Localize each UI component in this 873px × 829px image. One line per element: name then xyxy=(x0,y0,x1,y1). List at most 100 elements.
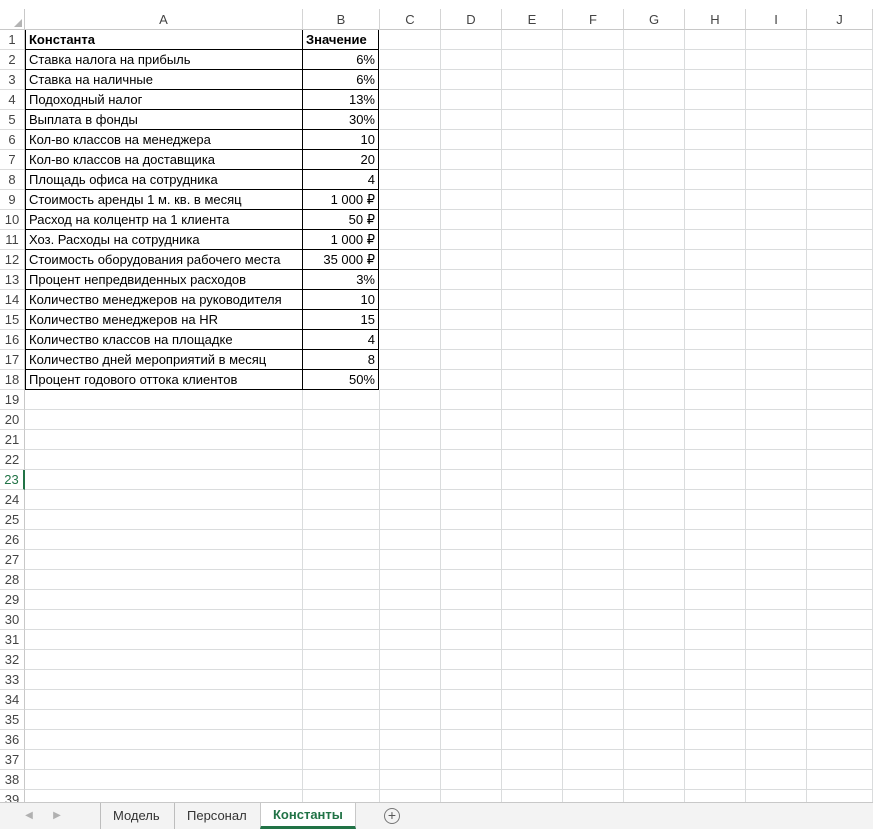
cell-d24[interactable] xyxy=(441,490,502,510)
cell-j27[interactable] xyxy=(807,550,873,570)
cell-g37[interactable] xyxy=(624,750,685,770)
cell-f17[interactable] xyxy=(563,350,624,370)
cell-h18[interactable] xyxy=(685,370,746,390)
cell-i22[interactable] xyxy=(746,450,807,470)
cell-c1[interactable] xyxy=(380,30,441,50)
cell-e9[interactable] xyxy=(502,190,563,210)
cell-a25[interactable] xyxy=(25,510,303,530)
cell-e12[interactable] xyxy=(502,250,563,270)
cell-b36[interactable] xyxy=(303,730,380,750)
cell-f12[interactable] xyxy=(563,250,624,270)
cell-h17[interactable] xyxy=(685,350,746,370)
cell-a12[interactable]: Стоимость оборудования рабочего места xyxy=(25,249,303,270)
cell-e8[interactable] xyxy=(502,170,563,190)
cell-b18[interactable]: 50% xyxy=(302,369,379,390)
cell-a22[interactable] xyxy=(25,450,303,470)
cell-j10[interactable] xyxy=(807,210,873,230)
cell-h13[interactable] xyxy=(685,270,746,290)
cell-b33[interactable] xyxy=(303,670,380,690)
cell-h26[interactable] xyxy=(685,530,746,550)
cell-c12[interactable] xyxy=(380,250,441,270)
cell-g22[interactable] xyxy=(624,450,685,470)
cell-j23[interactable] xyxy=(807,470,873,490)
cell-f30[interactable] xyxy=(563,610,624,630)
cell-f14[interactable] xyxy=(563,290,624,310)
cell-f39[interactable] xyxy=(563,790,624,802)
cell-g38[interactable] xyxy=(624,770,685,790)
cell-i23[interactable] xyxy=(746,470,807,490)
cell-e39[interactable] xyxy=(502,790,563,802)
cell-f18[interactable] xyxy=(563,370,624,390)
cell-f33[interactable] xyxy=(563,670,624,690)
cell-f25[interactable] xyxy=(563,510,624,530)
cell-b39[interactable] xyxy=(303,790,380,802)
cell-e24[interactable] xyxy=(502,490,563,510)
cell-c39[interactable] xyxy=(380,790,441,802)
cell-i15[interactable] xyxy=(746,310,807,330)
cell-b20[interactable] xyxy=(303,410,380,430)
cell-g12[interactable] xyxy=(624,250,685,270)
cell-g2[interactable] xyxy=(624,50,685,70)
cell-i9[interactable] xyxy=(746,190,807,210)
cell-j7[interactable] xyxy=(807,150,873,170)
cell-h14[interactable] xyxy=(685,290,746,310)
cell-i29[interactable] xyxy=(746,590,807,610)
row-header[interactable]: 32 xyxy=(0,650,25,670)
cell-e15[interactable] xyxy=(502,310,563,330)
cell-h35[interactable] xyxy=(685,710,746,730)
cell-g20[interactable] xyxy=(624,410,685,430)
cell-i4[interactable] xyxy=(746,90,807,110)
cell-i20[interactable] xyxy=(746,410,807,430)
row-header[interactable]: 25 xyxy=(0,510,25,530)
row-header[interactable]: 37 xyxy=(0,750,25,770)
cell-b23[interactable] xyxy=(303,470,380,490)
cell-c22[interactable] xyxy=(380,450,441,470)
cell-b27[interactable] xyxy=(303,550,380,570)
cell-j15[interactable] xyxy=(807,310,873,330)
cell-c23[interactable] xyxy=(380,470,441,490)
row-header[interactable]: 4 xyxy=(0,90,25,110)
cell-c2[interactable] xyxy=(380,50,441,70)
cell-c31[interactable] xyxy=(380,630,441,650)
cell-j38[interactable] xyxy=(807,770,873,790)
cell-h6[interactable] xyxy=(685,130,746,150)
cell-j14[interactable] xyxy=(807,290,873,310)
cell-e23[interactable] xyxy=(502,470,563,490)
cell-d5[interactable] xyxy=(441,110,502,130)
cell-e28[interactable] xyxy=(502,570,563,590)
cell-b14[interactable]: 10 xyxy=(302,289,379,310)
cell-d21[interactable] xyxy=(441,430,502,450)
cell-a34[interactable] xyxy=(25,690,303,710)
cell-h24[interactable] xyxy=(685,490,746,510)
row-header[interactable]: 16 xyxy=(0,330,25,350)
row-header[interactable]: 31 xyxy=(0,630,25,650)
cell-a15[interactable]: Количество менеджеров на HR xyxy=(25,309,303,330)
cell-h9[interactable] xyxy=(685,190,746,210)
row-header[interactable]: 39 xyxy=(0,790,25,802)
cell-e13[interactable] xyxy=(502,270,563,290)
cell-b6[interactable]: 10 xyxy=(302,129,379,150)
cell-a6[interactable]: Кол-во классов на менеджера xyxy=(25,129,303,150)
cell-e19[interactable] xyxy=(502,390,563,410)
cell-a24[interactable] xyxy=(25,490,303,510)
cell-h1[interactable] xyxy=(685,30,746,50)
cell-a8[interactable]: Площадь офиса на сотрудника xyxy=(25,169,303,190)
cell-i8[interactable] xyxy=(746,170,807,190)
cell-c24[interactable] xyxy=(380,490,441,510)
cell-j35[interactable] xyxy=(807,710,873,730)
cell-c8[interactable] xyxy=(380,170,441,190)
cell-c6[interactable] xyxy=(380,130,441,150)
cell-c38[interactable] xyxy=(380,770,441,790)
row-header[interactable]: 9 xyxy=(0,190,25,210)
cell-b32[interactable] xyxy=(303,650,380,670)
cell-h32[interactable] xyxy=(685,650,746,670)
cell-f31[interactable] xyxy=(563,630,624,650)
cell-g11[interactable] xyxy=(624,230,685,250)
cell-g10[interactable] xyxy=(624,210,685,230)
cell-c28[interactable] xyxy=(380,570,441,590)
cell-d39[interactable] xyxy=(441,790,502,802)
cell-h39[interactable] xyxy=(685,790,746,802)
cell-f16[interactable] xyxy=(563,330,624,350)
row-header[interactable]: 3 xyxy=(0,70,25,90)
cell-e16[interactable] xyxy=(502,330,563,350)
